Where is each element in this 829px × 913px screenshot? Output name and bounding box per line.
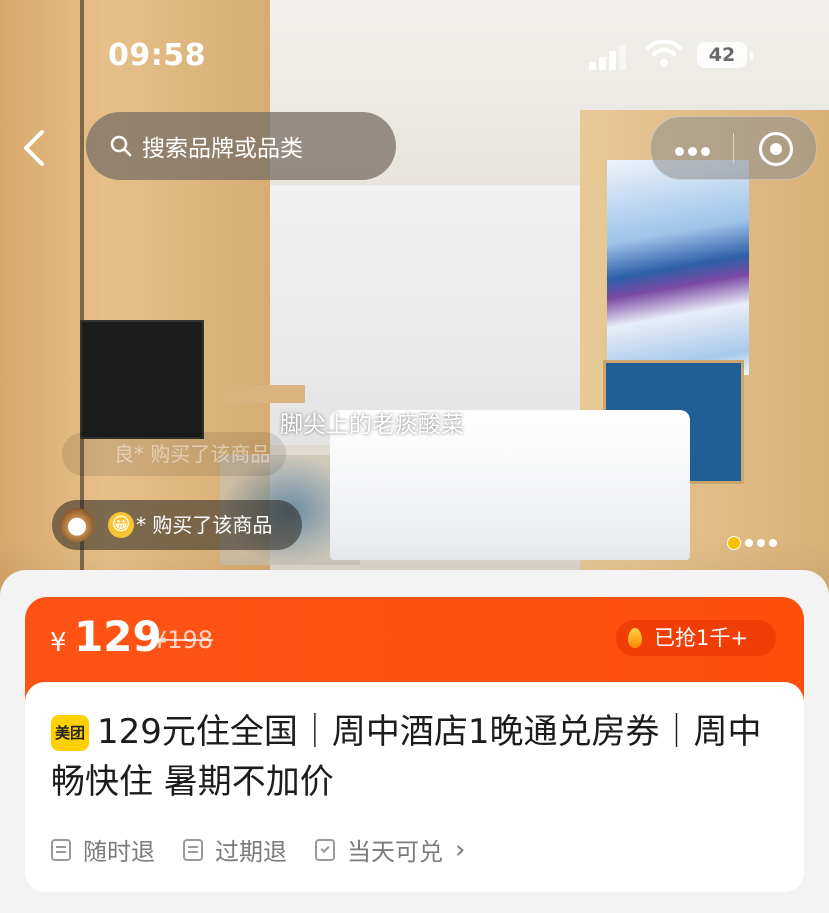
sold-count-badge: 已抢1千+ xyxy=(616,620,776,656)
purchase-notice: 😀 * 购买了该商品 xyxy=(52,500,302,550)
chevron-right-icon[interactable]: › xyxy=(455,835,465,865)
tag-refund-expired: 过期退 xyxy=(183,832,287,867)
tag-label: 当天可兑 xyxy=(347,838,443,866)
carousel-dot xyxy=(757,538,765,547)
currency-symbol: ¥ xyxy=(50,628,67,658)
original-price: ¥198 xyxy=(152,626,214,654)
photo-watermark: 脚尖上的老痰酸菜 xyxy=(280,412,464,438)
carousel-dot xyxy=(769,538,777,547)
more-menu-icon[interactable] xyxy=(675,141,714,160)
tag-label: 随时退 xyxy=(83,838,155,866)
carousel-dot-active xyxy=(727,535,741,550)
search-placeholder: 搜索品牌或品类 xyxy=(142,136,303,162)
flame-icon xyxy=(628,628,642,648)
chevron-left-icon xyxy=(24,130,44,166)
service-tags[interactable]: 随时退 过期退 当天可兑 › xyxy=(51,832,465,867)
buyer-avatar xyxy=(60,508,94,542)
carousel-indicator xyxy=(727,532,781,551)
capsule-divider xyxy=(733,133,734,163)
tag-refund-anytime: 随时退 xyxy=(51,832,155,867)
carousel-dot xyxy=(745,538,753,547)
smile-emoji-icon: 😀 xyxy=(108,512,134,538)
wifi-icon xyxy=(646,39,682,67)
search-bar[interactable]: 搜索品牌或品类 xyxy=(86,112,396,180)
product-title: 129元住全国｜周中酒店1晚通兑房券｜周中畅快住 暑期不加价 xyxy=(51,712,762,802)
purchase-notice-previous: 良* 购买了该商品 xyxy=(62,432,287,476)
tag-label: 过期退 xyxy=(215,838,287,866)
document-icon xyxy=(51,838,71,861)
miniprogram-capsule xyxy=(650,116,817,180)
meituan-logo: 美团 xyxy=(51,715,89,751)
close-miniprogram-icon[interactable] xyxy=(759,132,793,166)
cellular-signal-icon xyxy=(589,44,631,70)
battery-icon: 42 xyxy=(697,42,753,68)
search-icon xyxy=(110,135,132,157)
calendar-check-icon xyxy=(315,838,335,861)
sold-count-label: 已抢1千+ xyxy=(654,626,748,650)
photo-tv xyxy=(80,320,204,439)
purchase-notice-text: * 购买了该商品 xyxy=(136,513,273,537)
document-icon xyxy=(183,838,203,861)
photo-desk xyxy=(225,385,305,403)
photo-mountain-mural xyxy=(607,160,749,375)
current-price: 129 xyxy=(74,612,162,661)
back-button[interactable] xyxy=(20,122,60,172)
tag-same-day-redeem: 当天可兑 xyxy=(315,832,443,867)
status-time: 09:58 xyxy=(108,38,206,73)
